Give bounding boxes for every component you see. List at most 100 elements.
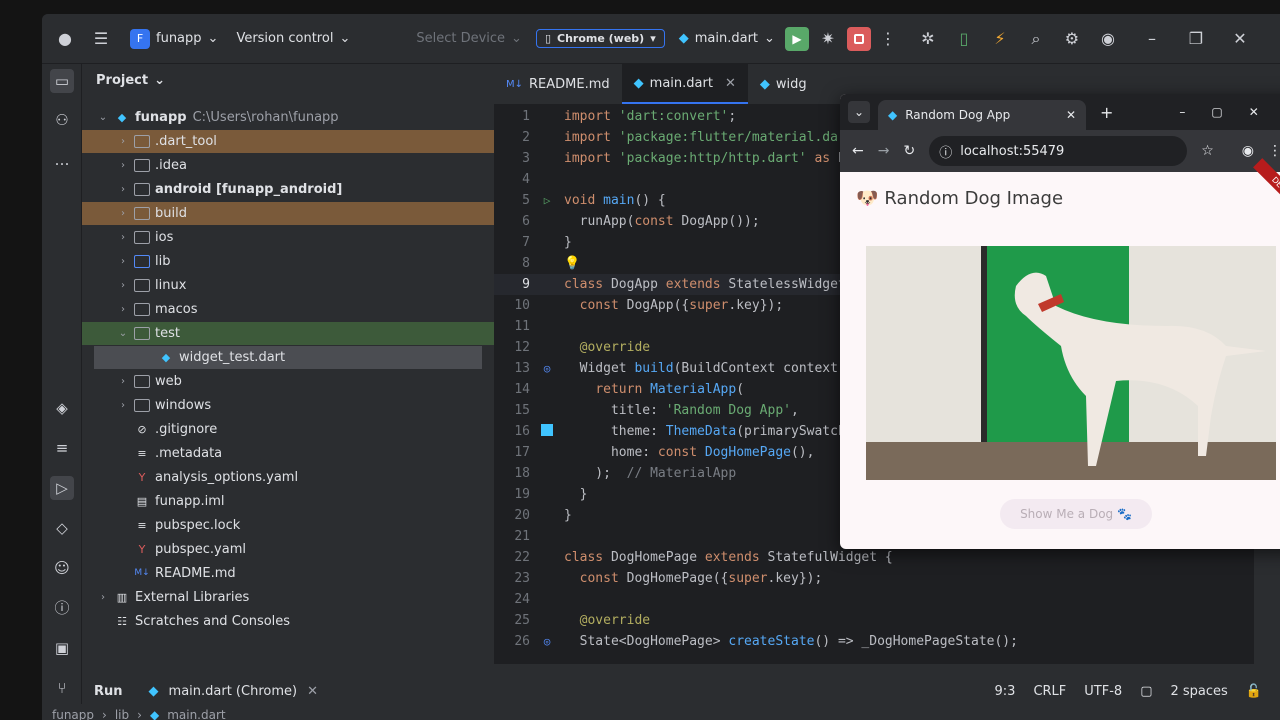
tree-root[interactable]: ⌄ ◆ funapp C:\Users\rohan\funapp xyxy=(82,106,494,129)
run-config-dropdown[interactable]: ◆ main.dart ⌄ xyxy=(679,31,775,46)
tree-item-ios[interactable]: › ios xyxy=(82,226,494,249)
breadcrumb-item[interactable]: funapp xyxy=(52,708,94,720)
hot-reload-icon[interactable]: ⚡ xyxy=(989,29,1011,48)
more-options-icon[interactable]: ⋮ xyxy=(877,29,899,48)
services-tool-icon[interactable]: ☺ xyxy=(50,556,74,580)
tab-readme[interactable]: M↓ README.md xyxy=(494,64,622,104)
gear-icon[interactable]: ⚙ xyxy=(1061,29,1083,48)
tab-widget-test[interactable]: ◆ widg xyxy=(748,64,819,104)
close-icon[interactable]: ✕ xyxy=(1066,108,1076,122)
tree-item-test[interactable]: ⌄ test xyxy=(82,322,494,345)
line-number: 25 xyxy=(514,613,530,628)
tree-item-macos[interactable]: › macos xyxy=(82,298,494,321)
profile-icon[interactable]: ◉ xyxy=(1242,143,1254,159)
dart-analysis-icon[interactable]: ◇ xyxy=(50,516,74,540)
forward-icon[interactable]: → xyxy=(878,143,890,159)
tree-item-windows[interactable]: › windows xyxy=(82,394,494,417)
project-panel-header[interactable]: Project ⌄ xyxy=(82,64,494,96)
text-file-icon: ≡ xyxy=(137,519,147,532)
tree-item-linux[interactable]: › linux xyxy=(82,274,494,297)
override-gutter-icon[interactable]: ◎ xyxy=(534,362,560,375)
run-tool-icon[interactable]: ▷ xyxy=(50,476,74,500)
run-button[interactable]: ▶ xyxy=(784,26,809,51)
code-line: 24 xyxy=(494,589,1254,610)
browser-menu-icon[interactable]: ⋮ xyxy=(1268,143,1280,159)
tree-item-gitignore[interactable]: ⊘ .gitignore xyxy=(82,418,494,441)
maximize-icon[interactable]: ▢ xyxy=(1211,105,1222,119)
lock-icon[interactable]: 🔓 xyxy=(1246,684,1262,699)
browser-tab[interactable]: ◆ Random Dog App ✕ xyxy=(878,100,1086,130)
project-switcher[interactable]: F funapp ⌄ xyxy=(130,28,218,49)
new-tab-icon[interactable]: + xyxy=(1100,103,1113,122)
tree-item-metadata[interactable]: ≡ .metadata xyxy=(82,442,494,465)
readonly-toggle-icon[interactable]: ▢ xyxy=(1140,684,1152,699)
tree-item-analysis-options[interactable]: Y analysis_options.yaml xyxy=(82,466,494,489)
caret-position[interactable]: 9:3 xyxy=(995,684,1016,699)
device-dropdown[interactable]: ▯ Chrome (web) ▾ xyxy=(535,29,665,48)
show-dog-button[interactable]: Show Me a Dog 🐾 xyxy=(1000,499,1152,529)
code-line: 22 class DogHomePage extends StatefulWidg… xyxy=(494,547,1254,568)
tree-item-external-libraries[interactable]: › ▥ External Libraries xyxy=(82,586,494,609)
close-icon[interactable]: ✕ xyxy=(1249,105,1259,119)
search-icon[interactable]: ⌕ xyxy=(1025,29,1047,49)
tree-item-web[interactable]: › web xyxy=(82,370,494,393)
tree-item-pubspec-yaml[interactable]: Y pubspec.yaml xyxy=(82,538,494,561)
tree-item-build[interactable]: › build xyxy=(82,202,494,225)
flutter-tool-icon[interactable]: ◈ xyxy=(50,396,74,420)
site-info-icon[interactable]: ⓘ xyxy=(939,142,952,161)
minimize-icon[interactable]: – xyxy=(1179,105,1185,119)
tree-item-scratches[interactable]: ☷ Scratches and Consoles xyxy=(82,610,494,633)
device-manager-icon[interactable]: ▯ xyxy=(953,29,975,48)
project-tool-icon[interactable]: ▭ xyxy=(50,69,74,93)
flutter-inspector-icon[interactable]: ✲ xyxy=(917,29,939,48)
close-icon[interactable]: ✕ xyxy=(1229,29,1251,48)
stop-button[interactable] xyxy=(846,26,871,51)
tree-item-android[interactable]: › android [funapp_android] xyxy=(82,178,494,201)
folder-icon xyxy=(134,399,150,412)
file-encoding[interactable]: UTF-8 xyxy=(1084,684,1122,699)
reload-icon[interactable]: ↻ xyxy=(903,143,915,159)
structure-tool-icon[interactable]: ⚇ xyxy=(50,108,74,132)
address-bar[interactable]: ⓘ localhost:55479 xyxy=(929,136,1188,166)
outline-tool-icon[interactable]: ≡ xyxy=(50,436,74,460)
minimize-icon[interactable]: – xyxy=(1141,29,1163,48)
tree-root-path: C:\Users\rohan\funapp xyxy=(192,110,339,125)
run-gutter-icon[interactable]: ▷ xyxy=(534,194,560,207)
color-swatch-icon[interactable] xyxy=(534,424,560,439)
tree-item-idea[interactable]: › .idea xyxy=(82,154,494,177)
tree-item-dart-tool[interactable]: › .dart_tool xyxy=(82,130,494,153)
account-icon[interactable]: ◉ xyxy=(1097,29,1119,48)
override-gutter-icon[interactable]: ◎ xyxy=(534,635,560,648)
version-control-menu[interactable]: Version control ⌄ xyxy=(236,31,350,46)
tab-search-icon[interactable]: ⌄ xyxy=(848,101,870,123)
bookmark-star-icon[interactable]: ☆ xyxy=(1201,143,1214,159)
breadcrumb-item[interactable]: main.dart xyxy=(167,708,225,720)
tree-item-readme[interactable]: M↓ README.md xyxy=(82,562,494,585)
run-config-tab[interactable]: main.dart (Chrome) xyxy=(169,684,298,699)
terminal-tool-icon[interactable]: ▣ xyxy=(50,636,74,660)
tree-item-pubspec-lock[interactable]: ≡ pubspec.lock xyxy=(82,514,494,537)
debug-icon[interactable]: ✷ xyxy=(817,29,839,48)
tab-main-dart[interactable]: ◆ main.dart ✕ xyxy=(621,64,748,104)
line-separator[interactable]: CRLF xyxy=(1033,684,1066,699)
tree-item-funapp-iml[interactable]: ▤ funapp.iml xyxy=(82,490,494,513)
problems-tool-icon[interactable]: ⓘ xyxy=(50,596,74,620)
main-menu-icon[interactable]: ☰ xyxy=(90,29,112,48)
tree-item-label: pubspec.lock xyxy=(155,518,241,533)
indent-setting[interactable]: 2 spaces xyxy=(1170,684,1227,699)
close-icon[interactable]: ✕ xyxy=(725,76,736,91)
maximize-icon[interactable]: ❐ xyxy=(1185,29,1207,48)
close-icon[interactable]: ✕ xyxy=(307,684,318,699)
run-bar-label[interactable]: Run xyxy=(94,684,123,699)
line-number: 12 xyxy=(514,340,530,355)
tree-item-lib[interactable]: › lib xyxy=(82,250,494,273)
git-tool-icon[interactable]: ⑂ xyxy=(50,676,74,700)
lightbulb-icon[interactable]: 💡 xyxy=(564,256,580,271)
select-device-dropdown[interactable]: Select Device ⌄ xyxy=(416,31,522,46)
chevron-down-icon: ⌄ xyxy=(339,31,351,46)
more-tools-icon[interactable]: … xyxy=(50,148,74,172)
breadcrumb-item[interactable]: lib xyxy=(115,708,129,720)
back-icon[interactable]: ← xyxy=(852,143,864,159)
tree-item-widget-test[interactable]: ◆ widget_test.dart xyxy=(94,346,482,369)
ide-window: ● ☰ F funapp ⌄ Version control ⌄ Select … xyxy=(42,14,1280,720)
